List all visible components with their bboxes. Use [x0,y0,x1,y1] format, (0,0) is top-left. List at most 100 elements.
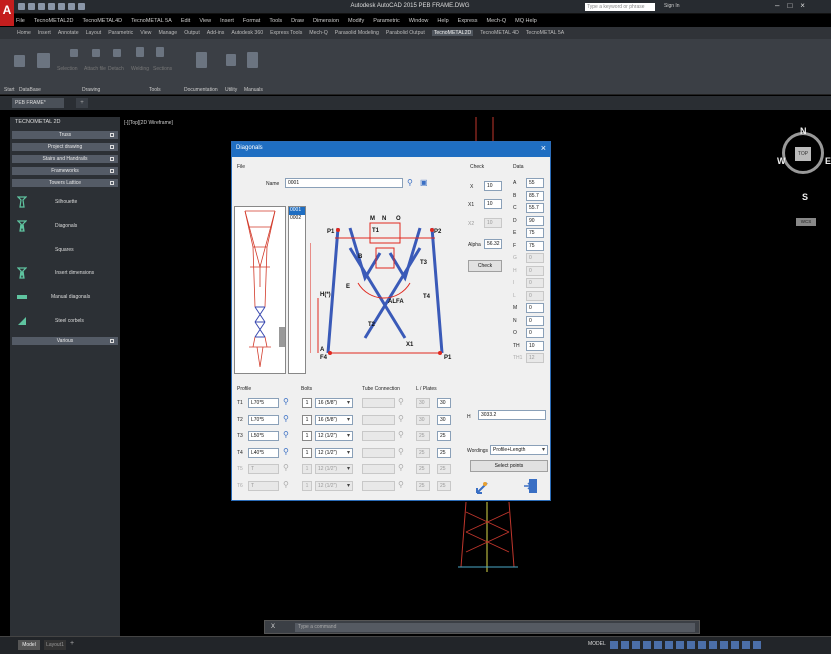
data-value-field[interactable]: 12 [526,353,544,363]
grid-icon[interactable] [610,641,618,649]
layout-tab[interactable]: Layout1 [44,640,66,650]
h-field[interactable]: 3033.2 [478,410,546,420]
palette-item-manual-diagonals[interactable]: Manual diagonals [15,291,115,305]
plate-field-1[interactable]: 25 [416,431,430,441]
data-value-field[interactable]: 0 [526,253,544,263]
data-value-field[interactable]: 85.7 [526,190,544,201]
compass-west[interactable]: W [777,156,786,166]
plate-field-1[interactable]: 25 [416,480,430,491]
search-icon[interactable]: ⚲ [283,431,291,439]
fullscreen-icon[interactable] [742,641,750,649]
search-icon[interactable]: ⚲ [398,398,406,406]
palette-header-frameworks[interactable]: Frameworks [12,167,118,175]
profile-field[interactable]: L70*5 [248,398,279,408]
search-input[interactable]: Type a keyword or phrase [585,3,655,11]
ribbon-drawing-icon-1[interactable] [70,49,78,57]
palette-item-diagonals[interactable]: Diagonals [15,220,115,234]
new-icon[interactable] [18,3,25,10]
plate-field-1[interactable]: 25 [416,447,430,458]
menu-item[interactable]: MQ Help [515,18,537,24]
maximize-icon[interactable]: □ [787,1,792,10]
wordings-select[interactable]: Profile+Length [490,445,548,455]
polar-icon[interactable] [643,641,651,649]
bolt-count-field[interactable]: 1 [302,447,312,458]
palette-header-towers-lattice[interactable]: Towers Lattice [12,179,118,187]
ribbon-tab[interactable]: Parasolid Modeling [335,30,379,36]
palette-header-truss[interactable]: Truss [12,131,118,139]
plate-field-1[interactable]: 30 [416,398,430,408]
bolt-size-select[interactable]: 16 (5/8") [315,414,353,425]
print-icon[interactable] [58,3,65,10]
model-tab[interactable]: Model [18,640,40,650]
ribbon-utility-icon[interactable] [226,54,236,66]
menu-item[interactable]: Window [409,18,429,24]
menu-item[interactable]: View [199,18,211,24]
bolt-size-select[interactable]: 12 (1/2") [315,480,353,491]
redo-icon[interactable] [78,3,85,10]
viewport-label[interactable]: [-][Top][2D Wireframe] [124,120,173,126]
menu-item[interactable]: File [16,18,25,24]
profile-field[interactable]: L50*5 [248,431,279,441]
document-tab-peb-frame[interactable]: PEB FRAME* [12,98,64,108]
close-icon[interactable]: × [800,1,805,10]
ribbon-tab[interactable]: TecnoMETAL2D [431,30,474,36]
close-icon[interactable]: × [541,143,546,153]
data-value-field[interactable]: 0 [526,290,544,301]
plate-field-1[interactable]: 25 [416,464,430,474]
undo-icon[interactable] [68,3,75,10]
palette-header-stairs[interactable]: Stairs and Handrails [12,155,118,163]
tube-connection-field[interactable] [362,480,395,491]
workspace-icon[interactable] [698,641,706,649]
menu-item[interactable]: Insert [220,18,234,24]
isolate-icon[interactable] [720,641,728,649]
menu-item[interactable]: Parametric [373,18,400,24]
ribbon-start-icon[interactable] [14,55,25,67]
thumbnail-list[interactable] [234,206,286,374]
osnap-icon[interactable] [654,641,662,649]
search-icon[interactable]: ⚲ [398,480,406,489]
open-icon[interactable] [28,3,35,10]
x-field[interactable]: 10 [484,181,502,191]
ribbon-tab[interactable]: Autodesk 360 [231,30,263,36]
menu-item[interactable]: Express [458,18,478,24]
tube-connection-field[interactable] [362,464,395,474]
bolt-size-select[interactable]: 12 (1/2") [315,464,353,474]
menu-item[interactable]: Modify [348,18,364,24]
menu-item[interactable]: TecnoMETAL 5A [131,18,172,24]
plate-field-2[interactable]: 25 [437,480,451,491]
lineweight-icon[interactable] [676,641,684,649]
data-value-field[interactable]: 75 [526,228,544,238]
compass-north[interactable]: N [800,126,807,136]
tube-connection-field[interactable] [362,447,395,458]
search-icon[interactable]: ⚲ [283,464,291,472]
list-item[interactable]: 0002 [289,215,305,223]
ribbon-drawing-icon-2[interactable] [92,49,100,57]
hardware-icon[interactable] [731,641,739,649]
menu-item[interactable]: Edit [181,18,190,24]
ribbon-tab[interactable]: Parabolid Output [386,30,425,36]
ribbon-tab[interactable]: Output [184,30,200,36]
data-value-field[interactable]: 0 [526,315,544,326]
list-item[interactable]: 0001 [289,207,305,215]
save-icon[interactable] [38,3,45,10]
search-icon[interactable]: ⚲ [283,414,291,423]
menu-item[interactable]: Mech-Q [487,18,507,24]
menu-item[interactable]: Tools [269,18,282,24]
search-icon[interactable]: ⚲ [398,431,406,439]
lock-icon[interactable] [709,641,717,649]
profile-field[interactable]: T [248,480,279,491]
tube-connection-field[interactable] [362,414,395,425]
menu-item[interactable]: Dimension [313,18,339,24]
search-icon[interactable]: ⚲ [398,447,406,456]
ribbon-tab[interactable]: Parametric [108,30,133,36]
bolt-count-field[interactable]: 1 [302,398,312,408]
command-input[interactable]: Type a command [295,623,695,632]
data-value-field[interactable]: 0 [526,278,544,288]
menu-item[interactable]: Draw [291,18,304,24]
dialog-titlebar[interactable]: Diagonals × [232,142,550,157]
menu-item[interactable]: Help [437,18,448,24]
profile-field[interactable]: L40*5 [248,447,279,458]
plate-field-2[interactable]: 30 [437,398,451,408]
ribbon-tab[interactable]: Annotate [58,30,79,36]
ribbon-tab[interactable]: TecnoMETAL 5A [526,30,564,36]
